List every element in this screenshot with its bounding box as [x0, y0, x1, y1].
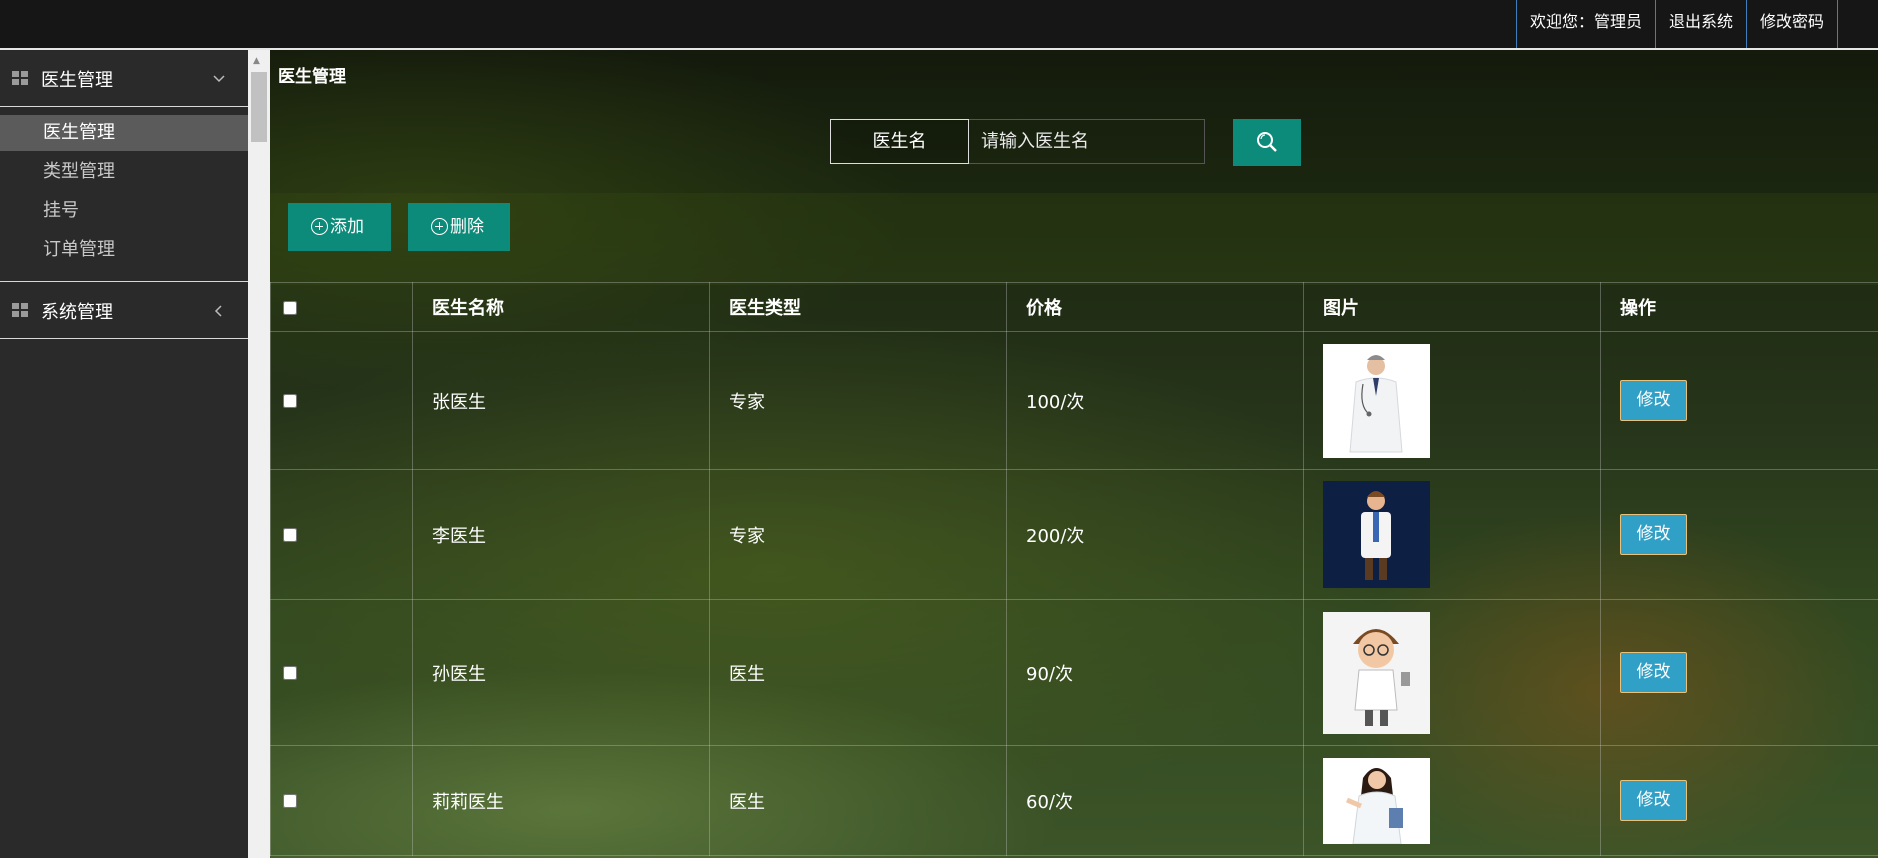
- plus-circle-icon: [431, 218, 448, 235]
- sidebar-item-order-management[interactable]: 订单管理: [0, 232, 248, 268]
- action-cell: 修改: [1600, 469, 1878, 600]
- column-header-name[interactable]: 医生名称: [412, 282, 710, 332]
- top-bar: 欢迎您：管理员 退出系统 修改密码: [0, 0, 1878, 50]
- select-all-checkbox[interactable]: [283, 300, 297, 315]
- sidebar-item-type-management[interactable]: 类型管理: [0, 154, 248, 190]
- sidebar-submenu: 医生管理 类型管理 挂号 订单管理: [0, 107, 248, 282]
- doctor-price: 200/次: [1006, 469, 1304, 600]
- action-cell: 修改: [1600, 331, 1878, 470]
- table-row: 莉莉医生 医生 60/次 修改: [270, 745, 1878, 856]
- doctor-image-cell: [1303, 745, 1601, 856]
- doctor-photo: [1323, 343, 1430, 458]
- welcome-text: 欢迎您：管理员: [1515, 0, 1655, 48]
- doctor-name: 张医生: [412, 331, 710, 470]
- sidebar-group-title: 系统管理: [41, 302, 113, 323]
- column-header-type[interactable]: 医生类型: [709, 282, 1007, 332]
- sidebar-item-doctor-management[interactable]: 医生管理: [0, 115, 248, 151]
- plus-circle-icon: [311, 218, 328, 235]
- doctor-name: 孙医生: [412, 599, 710, 746]
- select-all-cell: [270, 282, 413, 332]
- row-checkbox[interactable]: [283, 528, 297, 542]
- chevron-left-icon: [214, 305, 222, 317]
- search-button[interactable]: [1233, 119, 1301, 166]
- doctor-table: 医生名称 医生类型 价格 图片 操作 张医生 专家 100/次 修改 李医生 专…: [270, 282, 1878, 856]
- delete-button[interactable]: 删除: [408, 203, 510, 251]
- sidebar-group-doctor[interactable]: 医生管理: [0, 50, 248, 107]
- row-checkbox[interactable]: [283, 666, 297, 680]
- search-label: 医生名: [830, 119, 969, 164]
- row-checkbox-cell: [270, 469, 413, 600]
- row-checkbox-cell: [270, 745, 413, 856]
- doctor-image-cell: [1303, 331, 1601, 470]
- doctor-price: 100/次: [1006, 331, 1304, 470]
- doctor-type: 医生: [709, 745, 1007, 856]
- edit-button[interactable]: 修改: [1620, 652, 1687, 693]
- column-header-price[interactable]: 价格: [1006, 282, 1304, 332]
- chevron-down-icon: [213, 75, 225, 83]
- doctor-image-cell: [1303, 469, 1601, 600]
- edit-button[interactable]: 修改: [1620, 514, 1687, 555]
- doctor-name: 李医生: [412, 469, 710, 600]
- add-button[interactable]: 添加: [288, 203, 391, 251]
- sidebar-group-system[interactable]: 系统管理: [0, 282, 248, 339]
- doctor-price: 60/次: [1006, 745, 1304, 856]
- top-nav: 欢迎您：管理员 退出系统 修改密码: [1515, 0, 1838, 48]
- table-row: 孙医生 医生 90/次 修改: [270, 599, 1878, 746]
- change-password-link[interactable]: 修改密码: [1745, 0, 1838, 48]
- sidebar-scrollbar[interactable]: ▲: [248, 50, 270, 858]
- grid-icon: [12, 71, 28, 85]
- sidebar-group-title: 医生管理: [41, 70, 113, 91]
- edit-button[interactable]: 修改: [1620, 380, 1687, 421]
- doctor-cartoon-glasses: [1323, 611, 1430, 734]
- add-button-label: 添加: [330, 217, 364, 237]
- page-title: 医生管理: [278, 67, 346, 87]
- scroll-up-arrow-icon[interactable]: ▲: [253, 56, 260, 66]
- row-checkbox-cell: [270, 599, 413, 746]
- logout-link[interactable]: 退出系统: [1654, 0, 1746, 48]
- doctor-cartoon-navy: [1323, 481, 1430, 588]
- doctor-type: 医生: [709, 599, 1007, 746]
- toolbar: [270, 193, 1878, 285]
- doctor-image-cell: [1303, 599, 1601, 746]
- doctor-photo-female: [1323, 757, 1430, 844]
- edit-button[interactable]: 修改: [1620, 780, 1687, 821]
- sidebar-item-registration[interactable]: 挂号: [0, 193, 248, 229]
- doctor-type: 专家: [709, 331, 1007, 470]
- search-icon: [1257, 132, 1277, 152]
- search-input[interactable]: [969, 119, 1205, 164]
- sidebar: 医生管理 医生管理 类型管理 挂号 订单管理 系统管理: [0, 50, 248, 858]
- grid-icon: [12, 303, 28, 317]
- action-cell: 修改: [1600, 599, 1878, 746]
- main-content: 医生管理 医生名 添加 删除 医生名称 医生类型 价格 图片: [270, 50, 1878, 858]
- delete-button-label: 删除: [450, 217, 484, 237]
- table-row: 李医生 专家 200/次 修改: [270, 469, 1878, 600]
- row-checkbox-cell: [270, 331, 413, 470]
- doctor-name: 莉莉医生: [412, 745, 710, 856]
- row-checkbox[interactable]: [283, 794, 297, 808]
- column-header-action[interactable]: 操作: [1600, 282, 1878, 332]
- table-header-row: 医生名称 医生类型 价格 图片 操作: [270, 282, 1878, 332]
- doctor-type: 专家: [709, 469, 1007, 600]
- scrollbar-thumb[interactable]: [251, 72, 267, 142]
- column-header-image[interactable]: 图片: [1303, 282, 1601, 332]
- table-row: 张医生 专家 100/次 修改: [270, 331, 1878, 470]
- row-checkbox[interactable]: [283, 394, 297, 408]
- doctor-price: 90/次: [1006, 599, 1304, 746]
- action-cell: 修改: [1600, 745, 1878, 856]
